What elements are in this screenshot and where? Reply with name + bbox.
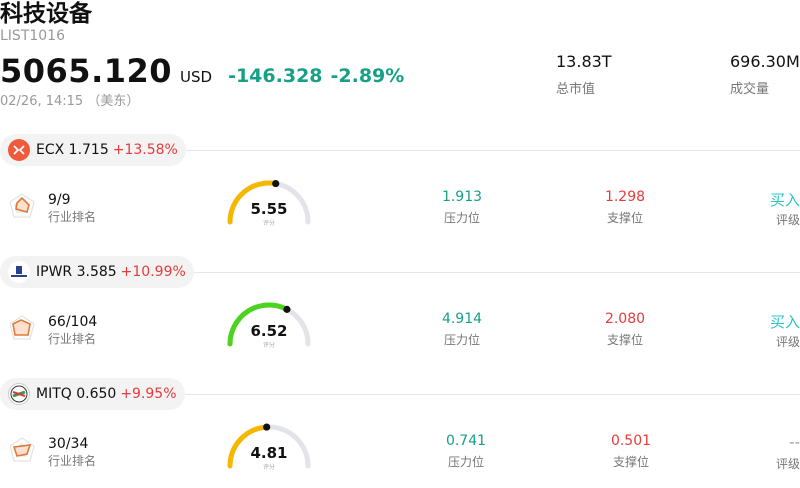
resistance-label: 压力位 <box>443 333 480 347</box>
rating-label: 评级 <box>775 335 800 349</box>
resistance-value: 1.913 <box>441 189 483 205</box>
volume-stat: 696.30M 成交量 <box>730 52 800 97</box>
rating-value: -- <box>789 433 800 451</box>
radar-icon <box>9 437 35 462</box>
rating-value: 买入 <box>769 191 800 209</box>
support-label: 支撑位 <box>606 211 643 225</box>
rating-label: 评级 <box>775 213 800 227</box>
mitq-logo-icon <box>8 383 30 405</box>
page-title: 科技设备 <box>0 1 92 27</box>
ecx-logo-icon <box>8 139 30 161</box>
score-value: 5.55 <box>250 200 288 218</box>
resistance-value: 4.914 <box>441 311 483 327</box>
resistance-label: 压力位 <box>447 455 484 469</box>
index-code: LIST1016 <box>0 28 65 44</box>
support-label: 支撑位 <box>612 455 649 469</box>
radar-icon <box>9 315 35 340</box>
resistance-value: 0.741 <box>445 433 487 449</box>
stock-chip[interactable]: MITQ 0.650 +9.95% <box>0 378 185 410</box>
volume-value: 696.30M <box>730 52 800 71</box>
market-cap-label: 总市值 <box>556 82 596 97</box>
industry-rank-value: 66/104 <box>48 314 98 330</box>
stock-name: ECX 1.715 <box>36 142 109 158</box>
timestamp: 02/26, 14:15 （美东） <box>0 94 140 109</box>
score-value: 6.52 <box>250 322 288 340</box>
stock-name: IPWR 3.585 <box>36 264 117 280</box>
rating-label: 评级 <box>775 457 800 471</box>
industry-rank-label: 行业排名 <box>48 454 97 468</box>
price-change-pct: -2.89% <box>330 65 405 87</box>
price-row: 5065.120 USD -146.328 -2.89% <box>0 52 405 90</box>
price-change: -146.328 <box>228 65 323 87</box>
score-label: 评分 <box>262 464 275 471</box>
ipwr-logo-icon <box>8 261 30 283</box>
score-label: 评分 <box>262 342 275 349</box>
support-value: 1.298 <box>604 189 646 205</box>
score-value: 4.81 <box>250 444 288 462</box>
stock-change-pct: +13.58% <box>112 142 178 158</box>
score-label: 评分 <box>262 220 275 227</box>
stock-chip[interactable]: ECX 1.715 +13.58% <box>0 134 186 166</box>
industry-rank-label: 行业排名 <box>48 332 97 346</box>
support-value: 0.501 <box>610 433 652 449</box>
resistance-label: 压力位 <box>443 211 480 225</box>
stock-chip[interactable]: IPWR 3.585 +10.99% <box>0 256 194 288</box>
market-cap-value: 13.83T <box>556 52 612 71</box>
industry-rank-value: 30/34 <box>48 436 89 452</box>
industry-rank-value: 9/9 <box>48 192 71 208</box>
currency-label: USD <box>180 68 213 86</box>
radar-icon <box>9 193 35 218</box>
stock-change-pct: +9.95% <box>120 386 177 402</box>
volume-label: 成交量 <box>730 82 770 97</box>
market-cap-stat: 13.83T 总市值 <box>556 52 612 97</box>
support-value: 2.080 <box>604 311 646 327</box>
industry-rank-label: 行业排名 <box>48 210 97 224</box>
stock-change-pct: +10.99% <box>120 264 186 280</box>
support-label: 支撑位 <box>606 333 643 347</box>
stock-name: MITQ 0.650 <box>36 386 117 402</box>
rating-value: 买入 <box>769 313 800 331</box>
index-price: 5065.120 <box>0 52 173 90</box>
